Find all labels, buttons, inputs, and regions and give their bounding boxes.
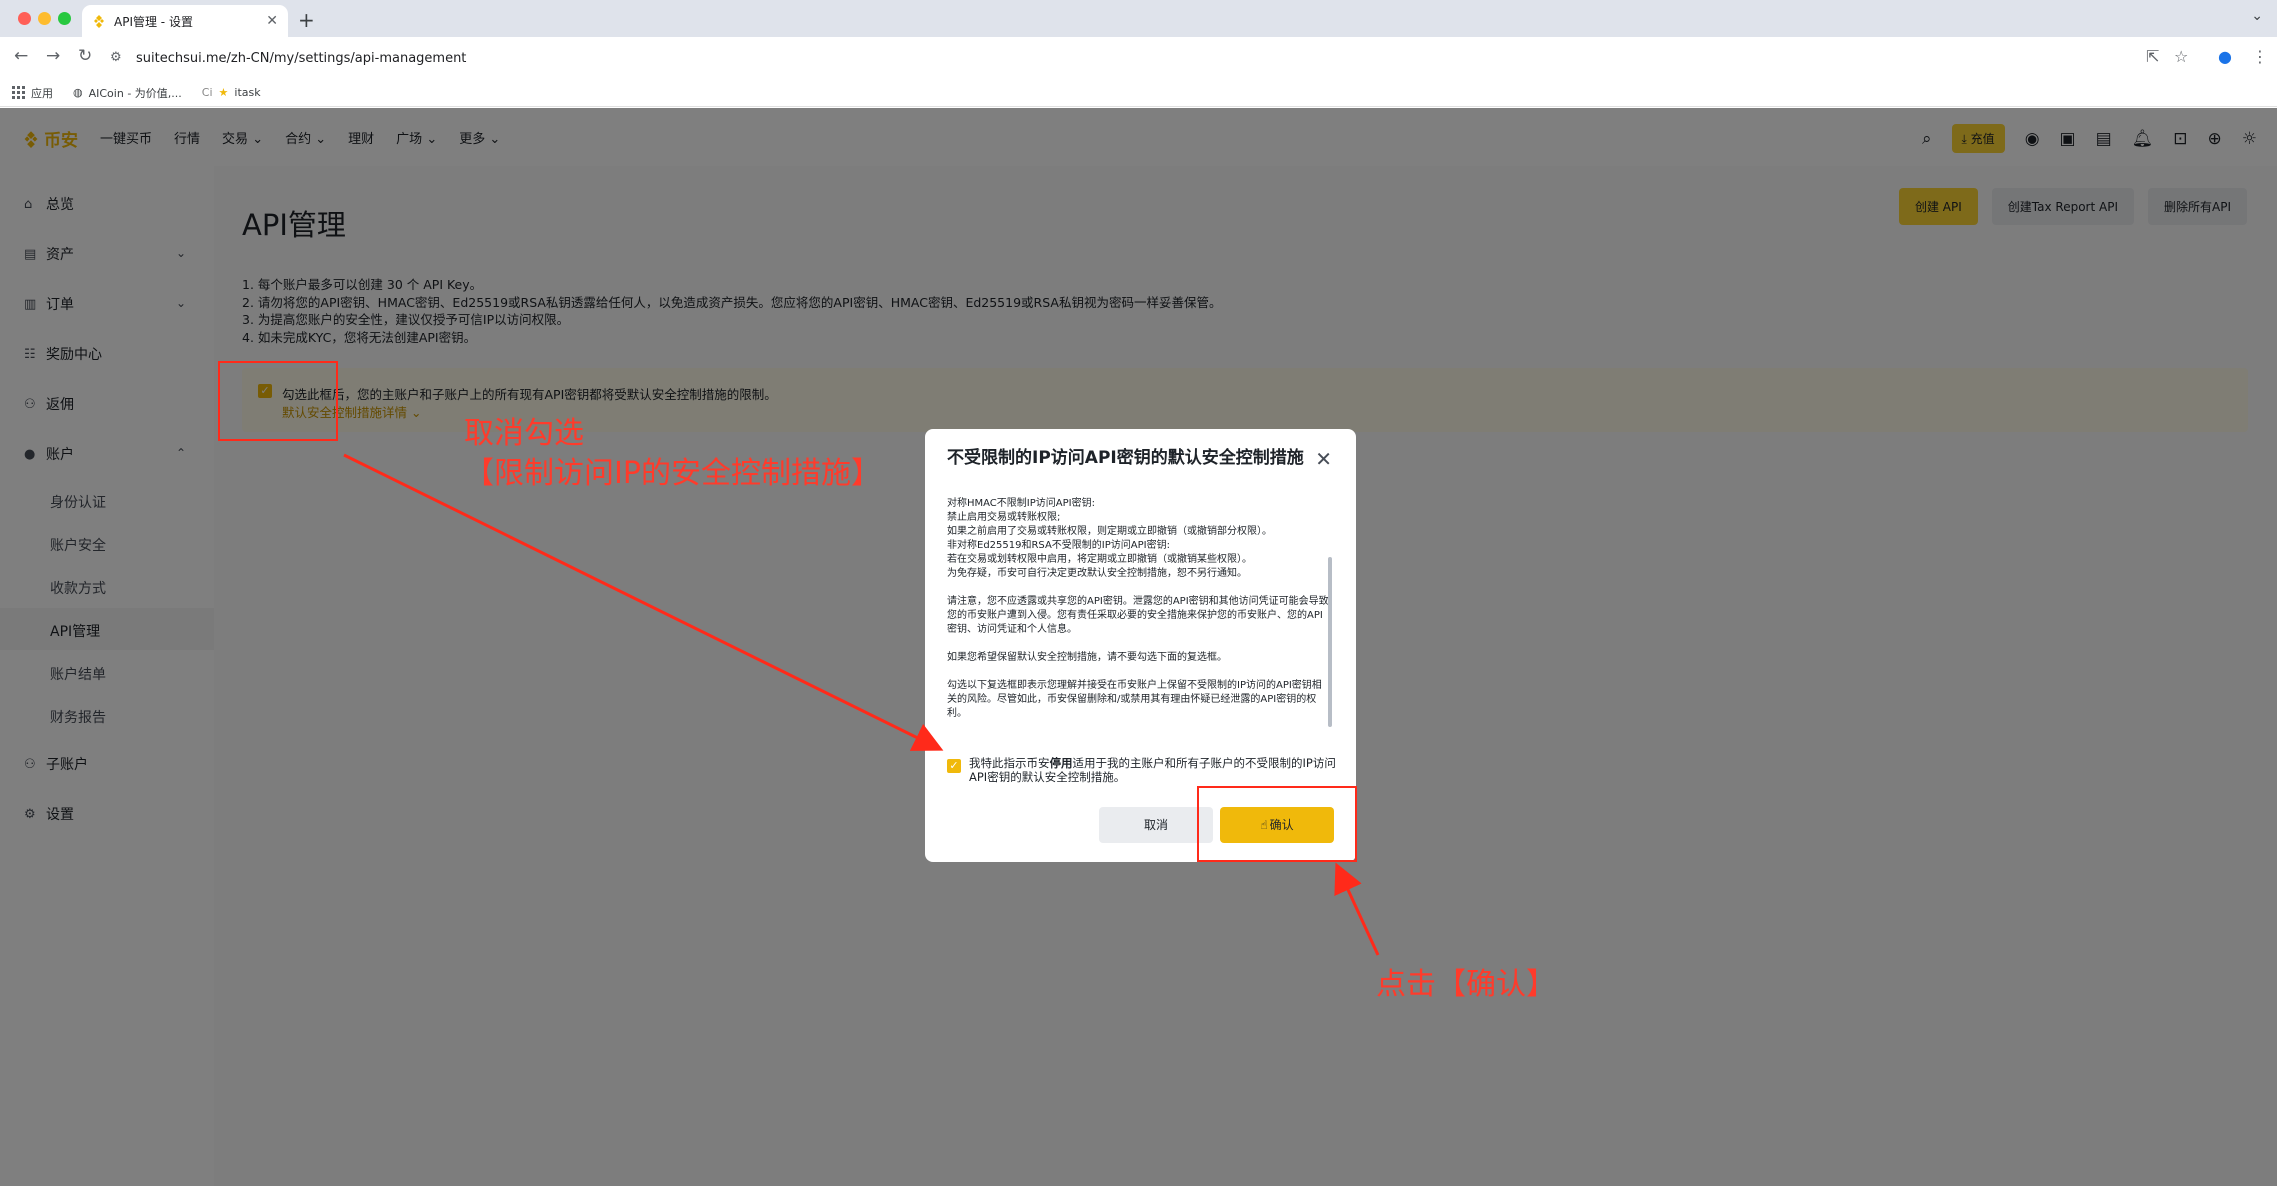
tab-title: API管理 - 设置 xyxy=(114,14,193,29)
bookmark-itask[interactable]: Ci ★ itask xyxy=(202,86,261,99)
tab-search-chevron-icon[interactable]: ⌄ xyxy=(2251,8,2263,24)
annotation-box-confirm xyxy=(1197,786,1357,862)
close-icon[interactable]: ✕ xyxy=(1315,447,1332,471)
bookmark-prefix: Ci xyxy=(201,86,213,99)
close-window-button[interactable] xyxy=(18,12,31,25)
binance-favicon-icon xyxy=(92,14,106,28)
modal-scrollbar[interactable] xyxy=(1328,557,1332,727)
browser-menu-icon[interactable]: ⋮ xyxy=(2252,47,2268,66)
cancel-button[interactable]: 取消 xyxy=(1099,807,1213,843)
bookmarks-bar: 应用 ◍ AICoin - 为价值,... Ci ★ itask xyxy=(0,79,2277,107)
annotation-uncheck-line2: 【限制访问IP的安全控制措施】 xyxy=(464,456,881,491)
forward-icon[interactable]: → xyxy=(46,46,60,66)
star-icon: ★ xyxy=(218,86,229,99)
disable-default-controls-label[interactable]: 我特此指示币安停用适用于我的主账户和所有子账户的不受限制的IP访问API密钥的默… xyxy=(969,756,1339,784)
maximize-window-button[interactable] xyxy=(58,12,71,25)
apps-grid-icon xyxy=(12,86,25,99)
annotation-box-checkbox xyxy=(218,361,338,441)
bookmark-aicoin[interactable]: ◍ AICoin - 为价值,... xyxy=(73,85,182,101)
url-field[interactable]: ⚙ suitechsui.me/zh-CN/my/settings/api-ma… xyxy=(110,42,2130,74)
reload-icon[interactable]: ↻ xyxy=(78,46,92,66)
url-text: suitechsui.me/zh-CN/my/settings/api-mana… xyxy=(136,50,467,66)
disable-default-controls-checkbox[interactable]: ✓ xyxy=(947,759,961,773)
site-info-icon[interactable]: ⚙ xyxy=(110,50,126,66)
modal-title: 不受限制的IP访问API密钥的默认安全控制措施 xyxy=(947,448,1304,468)
annotation-uncheck-line1: 取消勾选 xyxy=(464,416,584,451)
tab-close-icon[interactable]: ✕ xyxy=(266,13,278,29)
bookmark-apps[interactable]: 应用 xyxy=(12,85,53,101)
globe-icon: ◍ xyxy=(73,86,83,99)
browser-tab-bar: API管理 - 设置 ✕ + ⌄ xyxy=(0,0,2277,37)
annotation-click-confirm: 点击【确认】 xyxy=(1376,967,1556,1002)
modal-body[interactable]: 对称HMAC不限制IP访问API密钥: 禁止启用交易或转账权限; 如果之前启用了… xyxy=(947,497,1329,735)
open-external-icon[interactable]: ⇱ xyxy=(2146,47,2159,66)
browser-tab[interactable]: API管理 - 设置 ✕ xyxy=(82,5,288,37)
address-bar-row: ← → ↻ ⚙ suitechsui.me/zh-CN/my/settings/… xyxy=(0,37,2277,79)
bookmark-star-icon[interactable]: ☆ xyxy=(2174,47,2188,66)
back-icon[interactable]: ← xyxy=(14,46,28,66)
new-tab-icon[interactable]: + xyxy=(298,8,315,32)
profile-icon[interactable]: ● xyxy=(2218,47,2232,66)
minimize-window-button[interactable] xyxy=(38,12,51,25)
